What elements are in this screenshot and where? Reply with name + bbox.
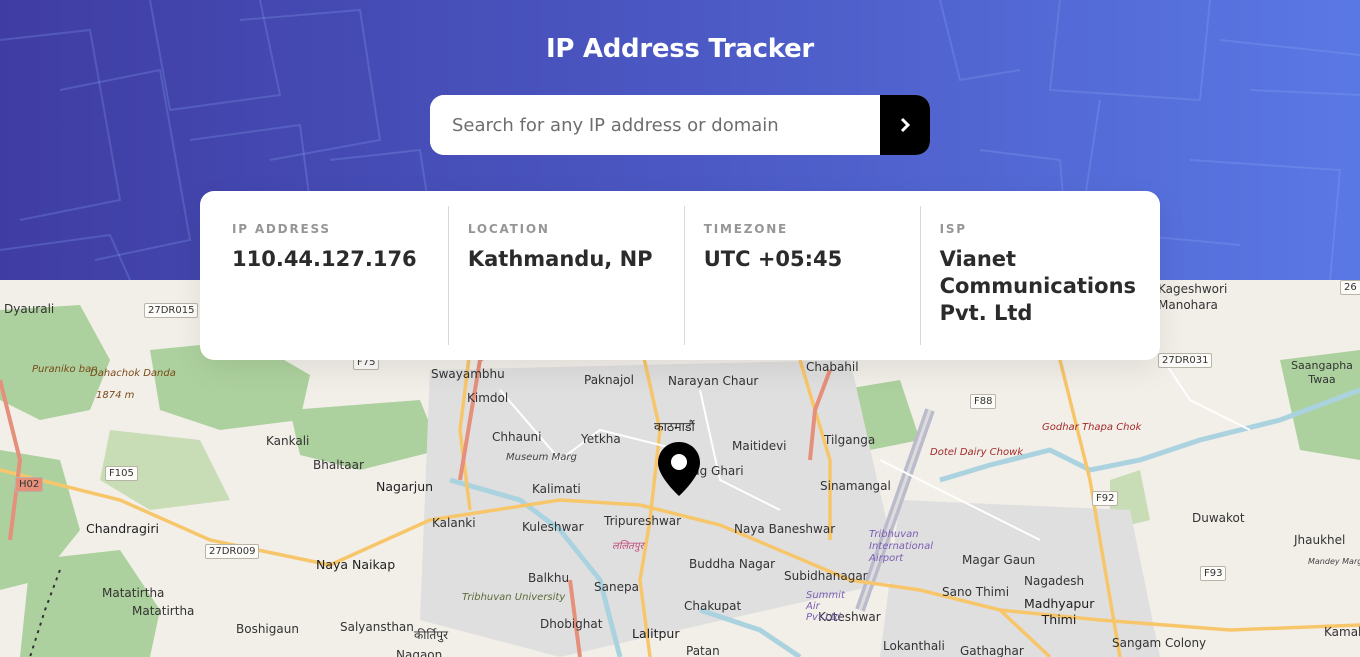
map-place-label: Sano Thimi [942, 585, 1010, 599]
road-badge: F92 [1092, 491, 1119, 506]
map-place-label: Sanepa [594, 580, 639, 594]
road-badge: F93 [1200, 566, 1227, 581]
map-place-label: Dhobighat [540, 617, 603, 631]
map-place-label: Matatirtha [102, 586, 165, 600]
timezone-section: TIMEZONE UTC +05:45 [685, 206, 921, 345]
map-place-label: Puraniko ban [32, 364, 98, 375]
map-place-label: Kimdol [467, 391, 509, 405]
map-place-label: Museum Marg [506, 452, 577, 463]
map-place-label: Swayambhu [431, 367, 505, 381]
map-place-label: Saangapha Twaa [1291, 359, 1353, 386]
map-place-label: Chabahil [806, 360, 859, 374]
map-place-label: Kalanki [432, 516, 476, 530]
map-place-label: Kageshwori Manohara [1158, 282, 1228, 312]
map-place-label: Jhaukhel [1294, 533, 1346, 547]
map-place-label: Duwakot [1192, 511, 1245, 525]
map-place-label: Balkhu [528, 571, 570, 585]
search-input[interactable] [430, 95, 880, 155]
map-place-label: Buddha Nagar [689, 557, 776, 571]
map-place-label: Subidhanagar [784, 569, 868, 583]
map-place-label: Chhauni [492, 430, 542, 444]
isp-section: ISP Vianet Communications Pvt. Ltd [921, 206, 1160, 345]
map-place-label: Dahachok Danda [90, 368, 176, 379]
map-place-label: Gathaghar [960, 644, 1024, 657]
map-place-label: Godhar Thapa Chok [1042, 422, 1142, 433]
map-place-label: Lalitpur [632, 626, 680, 641]
ip-info-card: IP ADDRESS 110.44.127.176 LOCATION Kathm… [200, 191, 1160, 360]
road-badge: F88 [970, 394, 997, 409]
ip-address-label: IP ADDRESS [232, 222, 331, 236]
map-place-label: Sangam Colony [1112, 636, 1207, 650]
page-title: IP Address Tracker [546, 34, 814, 64]
map-place-label: ललितपुर [612, 541, 644, 552]
map-place-label: Tilganga [824, 433, 876, 447]
search-form [430, 95, 930, 155]
chevron-right-icon [900, 117, 911, 133]
map-place-label: Nagadesh [1024, 574, 1085, 588]
map-place-label: Yetkha [581, 432, 621, 446]
map-place-label: Magar Gaun [962, 553, 1036, 567]
ip-address-value: 110.44.127.176 [232, 247, 417, 271]
road-badge: 27DR015 [144, 303, 199, 318]
map-place-label: Dyaurali [4, 302, 55, 316]
map-place-label: Mandey Marg [1308, 557, 1360, 566]
map-place-label: Madhyapur Thimi [1024, 596, 1095, 627]
map-place-label: Tripureshwar [604, 514, 682, 528]
map-place-label: Summit Air Pvt.Ltd [806, 590, 845, 623]
map-place-label: Chakupat [684, 599, 742, 613]
location-label: LOCATION [467, 222, 550, 236]
map-place-label: Salyansthan [340, 620, 414, 634]
road-badge: 27DR031 [1158, 353, 1213, 368]
location-value: Kathmandu, NP [467, 247, 653, 271]
isp-label: ISP [939, 222, 967, 236]
map-place-label: Nagarjun [376, 479, 434, 494]
map-place-label: Kalimati [532, 482, 581, 496]
map-place-label: Kuleshwar [522, 520, 584, 534]
map-place-label: Chandragiri [86, 521, 159, 536]
location-section: LOCATION Kathmandu, NP [449, 206, 685, 345]
map-place-label: Tribhuvan International Airport [869, 529, 933, 564]
ip-address-section: IP ADDRESS 110.44.127.176 [200, 206, 449, 345]
map-place-label: Kamal [1324, 625, 1360, 639]
map-place-label: Dotel Dairy Chowk [930, 447, 1024, 458]
map-place-label: Tribhuvan University [462, 592, 566, 603]
map-place-label: Patan [686, 644, 720, 657]
map-place-label: Bhaltaar [313, 458, 364, 472]
road-badge: 27DR009 [205, 544, 260, 559]
location-marker-icon[interactable] [656, 441, 702, 497]
map-place-label: Paknajol [584, 373, 634, 387]
map-place-label: Naya Naikap [316, 557, 396, 572]
map-place-label: Lokanthali [883, 639, 945, 653]
map-place-label: Maitidevi [732, 439, 787, 453]
isp-value: Vianet Communications Pvt. Ltd [939, 247, 1137, 325]
map-place-label: Sinamangal [820, 479, 891, 493]
map-place-label: Narayan Chaur [668, 374, 759, 388]
timezone-label: TIMEZONE [703, 222, 789, 236]
search-submit-button[interactable] [880, 95, 930, 155]
map-place-label: Kankali [266, 434, 310, 448]
map-place-label: काठमाडौं [654, 419, 695, 434]
map-place-label: Matatirtha [132, 604, 195, 618]
map-place-label: कीर्तिपुर [414, 628, 448, 642]
timezone-value: UTC +05:45 [703, 247, 843, 271]
road-badge: F105 [105, 466, 138, 481]
map-place-label: 1874 m [96, 390, 135, 401]
map-place-label: Boshigaun [236, 622, 299, 636]
road-badge: 26 [1340, 280, 1360, 295]
map-place-label: Nagaon [396, 648, 443, 657]
road-badge: H02 [15, 477, 44, 492]
map-place-label: Naya Baneshwar [734, 522, 836, 536]
